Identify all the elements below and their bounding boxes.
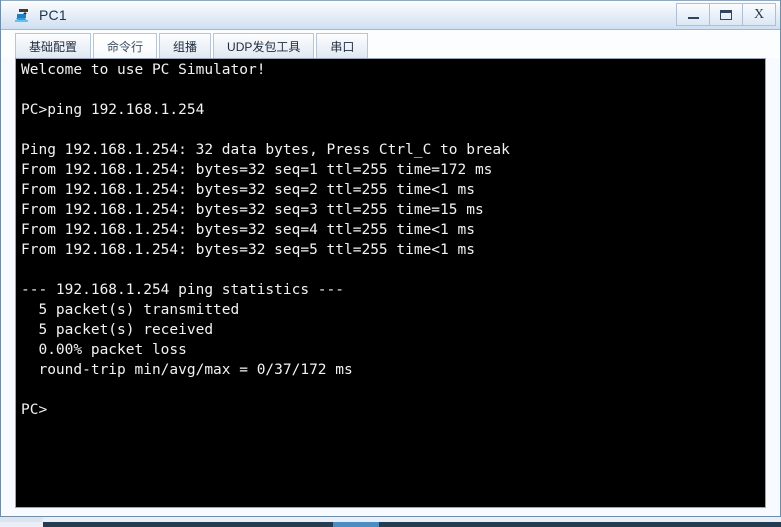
terminal-output[interactable]: Welcome to use PC Simulator! PC>ping 192… <box>21 60 763 507</box>
tab-label: 基础配置 <box>29 39 78 54</box>
pc-simulator-icon <box>13 5 33 25</box>
window-content: 基础配置 命令行 组播 UDP发包工具 串口 Welcome to use PC… <box>1 30 780 516</box>
terminal-line: 0.00% packet loss <box>21 342 187 358</box>
terminal-line: --- 192.168.1.254 ping statistics --- <box>21 282 345 298</box>
taskbar-strip[interactable] <box>43 522 781 527</box>
window-controls: X <box>676 3 776 26</box>
window-title: PC1 <box>39 6 67 23</box>
maximize-icon <box>720 9 732 20</box>
tab-udp-packet-tool[interactable]: UDP发包工具 <box>213 33 315 58</box>
terminal-line: From 192.168.1.254: bytes=32 seq=1 ttl=2… <box>21 162 493 178</box>
taskbar-active-item[interactable] <box>333 522 379 527</box>
tab-label: 命令行 <box>107 39 144 54</box>
terminal-line: From 192.168.1.254: bytes=32 seq=4 ttl=2… <box>21 222 475 238</box>
tab-serial-port[interactable]: 串口 <box>316 33 369 58</box>
tab-label: 串口 <box>330 39 355 54</box>
close-icon: X <box>753 6 765 22</box>
tab-multicast[interactable]: 组播 <box>159 33 212 58</box>
tab-basic-config[interactable]: 基础配置 <box>15 33 92 58</box>
terminal-line: 5 packet(s) transmitted <box>21 302 240 318</box>
tab-command-line[interactable]: 命令行 <box>93 33 158 58</box>
pc-simulator-window: PC1 X 基础配置 命令行 组播 UDP发包工具 串口 Welcome to … <box>0 0 781 517</box>
minimize-button[interactable] <box>676 3 710 26</box>
terminal-line: Ping 192.168.1.254: 32 data bytes, Press… <box>21 142 510 158</box>
close-button[interactable]: X <box>742 3 776 26</box>
terminal-line: PC>ping 192.168.1.254 <box>21 102 205 118</box>
tab-label: 组播 <box>173 39 198 54</box>
terminal-line: round-trip min/avg/max = 0/37/172 ms <box>21 362 353 378</box>
terminal-line: From 192.168.1.254: bytes=32 seq=5 ttl=2… <box>21 242 475 258</box>
terminal-line: From 192.168.1.254: bytes=32 seq=3 ttl=2… <box>21 202 484 218</box>
tab-bar: 基础配置 命令行 组播 UDP发包工具 串口 <box>1 30 780 58</box>
terminal-line: Welcome to use PC Simulator! <box>21 62 266 78</box>
desktop-taskbar-sliver <box>0 517 781 527</box>
terminal-console[interactable]: Welcome to use PC Simulator! PC>ping 192… <box>15 58 766 508</box>
terminal-line: 5 packet(s) received <box>21 322 214 338</box>
maximize-button[interactable] <box>709 3 743 26</box>
terminal-line: PC> <box>21 402 48 418</box>
minimize-icon <box>687 17 699 19</box>
window-titlebar: PC1 X <box>1 0 780 30</box>
terminal-line: From 192.168.1.254: bytes=32 seq=2 ttl=2… <box>21 182 475 198</box>
taskbar-left-edge <box>0 517 43 522</box>
tab-label: UDP发包工具 <box>227 39 301 54</box>
